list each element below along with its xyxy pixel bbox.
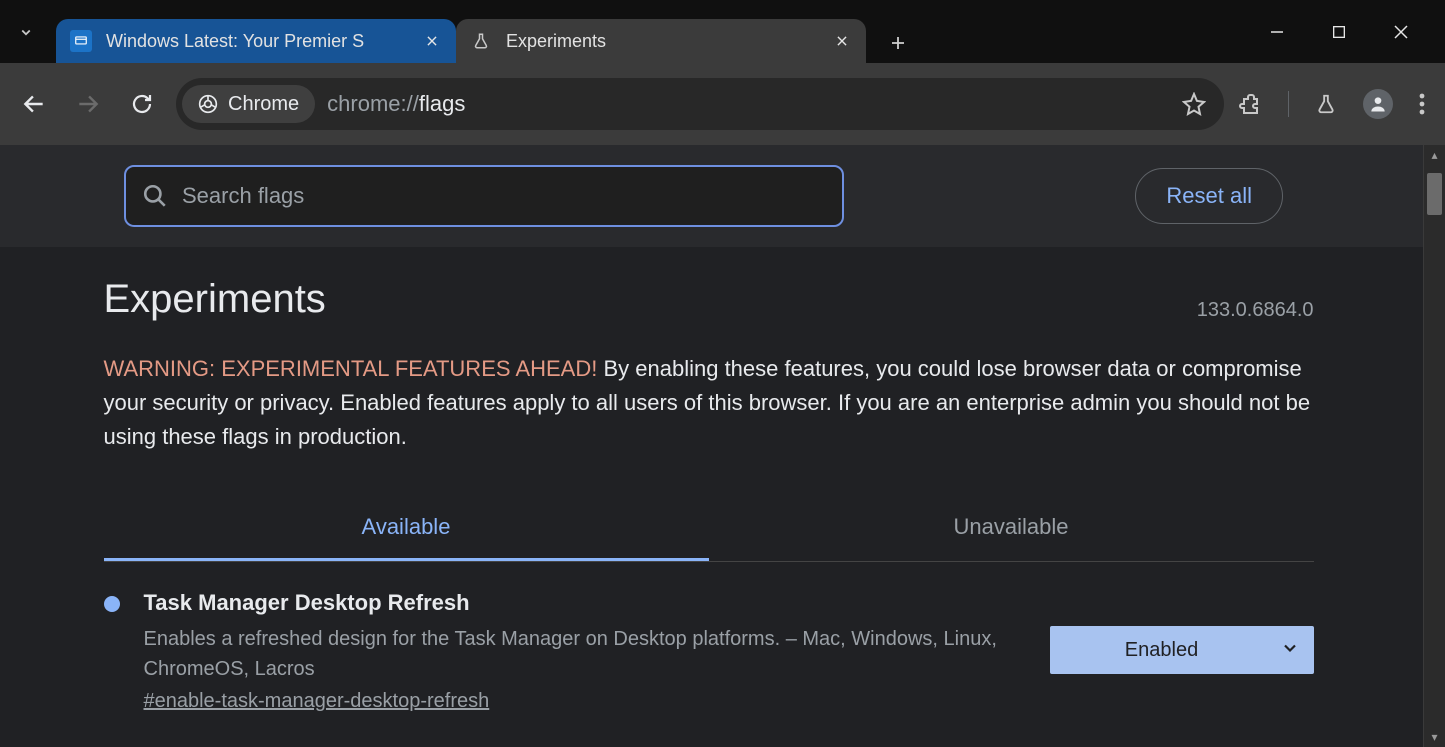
minimize-icon	[1268, 23, 1286, 41]
warning-prefix: WARNING: EXPERIMENTAL FEATURES AHEAD!	[104, 356, 598, 381]
kebab-menu-icon	[1419, 93, 1425, 115]
arrow-right-icon	[75, 91, 101, 117]
site-chip[interactable]: Chrome	[182, 85, 315, 123]
tab-unavailable[interactable]: Unavailable	[709, 496, 1314, 561]
labs-button[interactable]	[1315, 93, 1337, 115]
person-icon	[1368, 94, 1388, 114]
extensions-button[interactable]	[1238, 92, 1262, 116]
site-favicon-icon	[70, 30, 92, 52]
tab-strip: Windows Latest: Your Premier S Experimen…	[56, 0, 918, 63]
maximize-icon	[1331, 24, 1347, 40]
flag-hash-link[interactable]: #enable-task-manager-desktop-refresh	[144, 690, 490, 713]
flag-state-value: Enabled	[1125, 639, 1198, 662]
browser-toolbar: Chrome chrome://flags	[0, 63, 1445, 145]
flask-icon	[1315, 93, 1337, 115]
address-bar[interactable]: Chrome chrome://flags	[176, 78, 1224, 130]
tab-title: Windows Latest: Your Premier S	[106, 31, 414, 52]
scroll-thumb[interactable]	[1427, 173, 1442, 215]
plus-icon	[889, 34, 907, 52]
window-controls	[1265, 20, 1437, 44]
toolbar-actions	[1238, 89, 1431, 119]
version-label: 133.0.6864.0	[1197, 299, 1314, 322]
window-minimize-button[interactable]	[1265, 20, 1289, 44]
flag-modified-dot-icon	[104, 596, 120, 612]
search-flags-field[interactable]	[124, 165, 844, 227]
chrome-logo-icon	[198, 94, 218, 114]
flag-state-select[interactable]: Enabled	[1050, 626, 1314, 674]
star-icon	[1182, 92, 1206, 116]
profile-button[interactable]	[1363, 89, 1393, 119]
url-text: chrome://flags	[327, 91, 465, 117]
browser-titlebar: Windows Latest: Your Premier S Experimen…	[0, 0, 1445, 63]
flask-icon	[470, 30, 492, 52]
close-icon	[1392, 23, 1410, 41]
bookmark-button[interactable]	[1182, 92, 1206, 116]
site-chip-label: Chrome	[228, 93, 299, 116]
back-button[interactable]	[14, 84, 54, 124]
toolbar-divider	[1288, 91, 1289, 117]
arrow-left-icon	[21, 91, 47, 117]
tab-title: Experiments	[506, 31, 824, 52]
tab-windows-latest[interactable]: Windows Latest: Your Premier S	[56, 19, 456, 63]
close-icon	[835, 34, 849, 48]
chevron-down-icon	[17, 23, 35, 41]
flag-title: Task Manager Desktop Refresh	[144, 590, 1026, 616]
reset-all-button[interactable]: Reset all	[1135, 168, 1283, 224]
window-close-button[interactable]	[1389, 20, 1413, 44]
scroll-up-button[interactable]: ▴	[1424, 145, 1445, 165]
page-title: Experiments	[104, 277, 326, 322]
flag-row: Task Manager Desktop Refresh Enables a r…	[104, 562, 1314, 723]
forward-button[interactable]	[68, 84, 108, 124]
warning-text: WARNING: EXPERIMENTAL FEATURES AHEAD! By…	[104, 352, 1314, 454]
tab-available[interactable]: Available	[104, 496, 709, 561]
scrollbar[interactable]: ▴ ▾	[1423, 145, 1445, 747]
tab-search-dropdown[interactable]	[8, 14, 44, 50]
flag-description: Enables a refreshed design for the Task …	[144, 624, 1026, 684]
flags-header-bar: Reset all	[0, 145, 1423, 247]
tab-experiments[interactable]: Experiments	[456, 19, 866, 63]
tab-close-button[interactable]	[422, 31, 442, 51]
chevron-down-icon	[1280, 638, 1300, 658]
reload-button[interactable]	[122, 84, 162, 124]
reload-icon	[130, 92, 154, 116]
search-input[interactable]	[182, 183, 826, 209]
page-viewport: Reset all Experiments 133.0.6864.0 WARNI…	[0, 145, 1423, 747]
new-tab-button[interactable]	[878, 23, 918, 63]
scroll-down-button[interactable]: ▾	[1424, 727, 1445, 747]
puzzle-icon	[1238, 92, 1262, 116]
close-icon	[425, 34, 439, 48]
search-icon	[142, 183, 168, 209]
window-maximize-button[interactable]	[1327, 20, 1351, 44]
flags-content: Experiments 133.0.6864.0 WARNING: EXPERI…	[70, 247, 1354, 723]
flags-tabs: Available Unavailable	[104, 496, 1314, 562]
tab-close-button[interactable]	[832, 31, 852, 51]
menu-button[interactable]	[1419, 93, 1425, 115]
